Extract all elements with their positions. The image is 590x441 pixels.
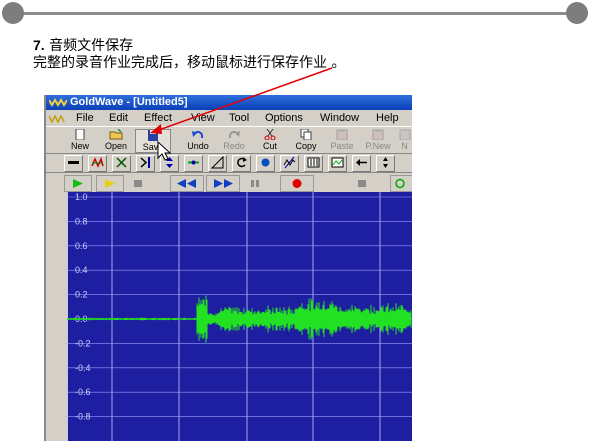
annotation-arrow <box>150 67 333 161</box>
mouse-cursor-icon <box>157 140 172 161</box>
